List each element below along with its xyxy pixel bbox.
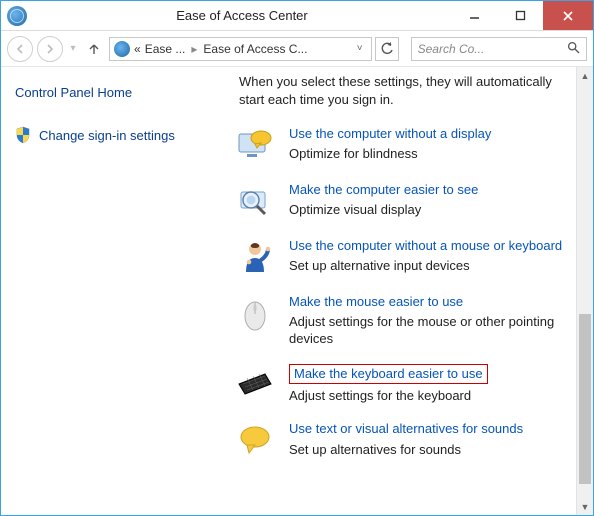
back-button[interactable] (7, 36, 33, 62)
option-row: Use the computer without a display Optim… (235, 126, 568, 166)
option-row: Make the computer easier to see Optimize… (235, 182, 568, 222)
close-icon (562, 10, 574, 22)
maximize-icon (515, 10, 526, 21)
option-row: Make the mouse easier to use Adjust sett… (235, 294, 568, 348)
sound-bubble-icon (235, 421, 275, 461)
option-row: Make the keyboard easier to use Adjust s… (235, 364, 568, 405)
breadcrumb-1[interactable]: Ease ... (145, 42, 186, 56)
option-link[interactable]: Make the mouse easier to use (289, 294, 568, 310)
option-link[interactable]: Use text or visual alternatives for soun… (289, 421, 568, 437)
chevron-right-icon[interactable]: ▸ (189, 42, 199, 56)
option-desc: Optimize visual display (289, 202, 568, 219)
search-input[interactable]: Search Co... (411, 37, 587, 61)
left-pane: Control Panel Home Change sign-in settin… (1, 67, 231, 515)
address-dropdown[interactable]: ˅ (353, 43, 367, 54)
arrow-right-icon (44, 43, 56, 55)
history-dropdown[interactable]: ▾ (67, 43, 79, 54)
breadcrumb-2[interactable]: Ease of Access C... (203, 42, 307, 56)
option-row: Use the computer without a mouse or keyb… (235, 238, 568, 278)
location-icon (114, 41, 130, 57)
arrow-up-icon (87, 42, 101, 56)
right-pane: When you select these settings, they wil… (231, 67, 593, 515)
shield-icon (15, 126, 31, 144)
change-signin-label: Change sign-in settings (39, 128, 175, 143)
scrollbar-thumb[interactable] (579, 314, 591, 484)
app-icon[interactable] (7, 6, 27, 26)
option-link[interactable]: Use the computer without a display (289, 126, 568, 142)
refresh-icon (380, 42, 394, 56)
address-bar[interactable]: « Ease ... ▸ Ease of Access C... ˅ (109, 37, 372, 61)
close-button[interactable] (543, 1, 593, 30)
control-panel-home-link[interactable]: Control Panel Home (15, 85, 217, 100)
scroll-down-button[interactable]: ▼ (577, 498, 593, 515)
window-buttons (451, 1, 593, 30)
up-button[interactable] (83, 38, 105, 60)
titlebar[interactable]: Ease of Access Center (1, 1, 593, 31)
window-frame: Ease of Access Center ▾ « Ease ... (0, 0, 594, 516)
person-icon (235, 238, 275, 278)
scrollbar-track[interactable] (577, 84, 593, 498)
content-area: When you select these settings, they wil… (231, 67, 576, 515)
maximize-button[interactable] (497, 1, 543, 30)
option-desc: Set up alternative input devices (289, 258, 568, 275)
search-icon[interactable] (567, 41, 580, 57)
minimize-icon (469, 10, 480, 21)
navbar: ▾ « Ease ... ▸ Ease of Access C... ˅ Sea… (1, 31, 593, 67)
breadcrumb-prefix: « (134, 42, 141, 56)
minimize-button[interactable] (451, 1, 497, 30)
scrollbar[interactable]: ▲ ▼ (576, 67, 593, 515)
display-bubble-icon (235, 126, 275, 166)
intro-text: When you select these settings, they wil… (239, 73, 558, 108)
scroll-up-button[interactable]: ▲ (577, 67, 593, 84)
window-title: Ease of Access Center (33, 8, 451, 23)
option-link[interactable]: Use the computer without a mouse or keyb… (289, 238, 568, 254)
forward-button[interactable] (37, 36, 63, 62)
option-desc: Set up alternatives for sounds (289, 442, 568, 459)
body: Control Panel Home Change sign-in settin… (1, 67, 593, 515)
mouse-icon (235, 294, 275, 334)
option-desc: Adjust settings for the keyboard (289, 388, 568, 405)
magnifier-icon (235, 182, 275, 222)
option-desc: Optimize for blindness (289, 146, 568, 163)
keyboard-icon (235, 364, 275, 404)
option-row: Use text or visual alternatives for soun… (235, 421, 568, 461)
arrow-left-icon (14, 43, 26, 55)
option-desc: Adjust settings for the mouse or other p… (289, 314, 568, 348)
option-link-highlighted[interactable]: Make the keyboard easier to use (289, 364, 488, 384)
option-link[interactable]: Make the computer easier to see (289, 182, 568, 198)
change-signin-link[interactable]: Change sign-in settings (15, 126, 217, 144)
search-placeholder: Search Co... (418, 42, 567, 56)
refresh-button[interactable] (375, 37, 399, 61)
